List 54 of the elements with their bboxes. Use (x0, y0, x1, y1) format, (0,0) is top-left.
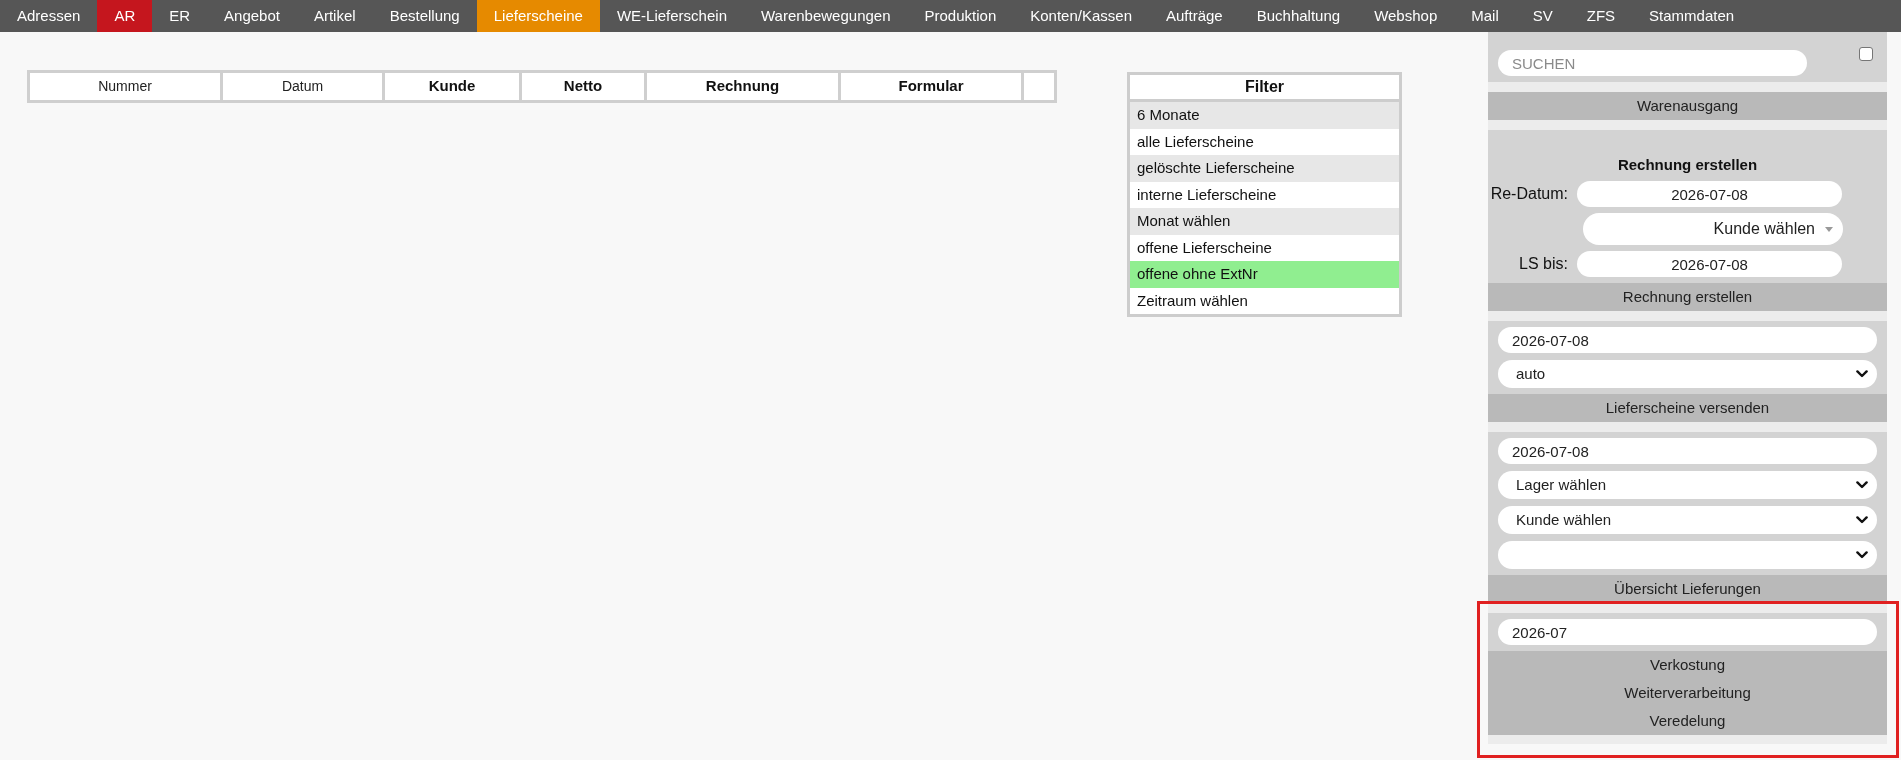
chevron-down-icon (1856, 516, 1868, 524)
nav-tab[interactable]: Bestellung (372, 0, 477, 32)
nav-tab[interactable]: WE-Lieferschein (599, 0, 744, 32)
dropdown-field[interactable]: Kunde wählen (1583, 213, 1843, 245)
nav-tab[interactable]: Webshop (1357, 0, 1455, 32)
dropdown-field[interactable]: auto (1498, 360, 1877, 388)
sidebar-button[interactable]: Weiterverarbeitung (1488, 679, 1887, 707)
column-header: Netto (519, 73, 644, 100)
chevron-down-icon (1856, 481, 1868, 489)
form-title: Rechnung erstellen (1616, 155, 1759, 175)
field-label: LS bis: (1518, 254, 1568, 274)
nav-tab[interactable]: Angebot (207, 0, 297, 32)
dropdown-field[interactable]: Lager wählen (1498, 471, 1877, 499)
nav-tab[interactable]: ZFS (1569, 0, 1633, 32)
filter-option[interactable]: offene ohne ExtNr (1130, 261, 1399, 288)
chevron-down-icon (1856, 370, 1868, 378)
nav-tab[interactable]: Warenbewegungen (744, 0, 908, 32)
caret-icon (1825, 226, 1833, 232)
column-header: Formular (838, 73, 1021, 100)
sidebar-button[interactable]: Warenausgang (1488, 92, 1887, 120)
input-field[interactable]: 2026-07 (1498, 619, 1877, 645)
search-field[interactable]: SUCHEN (1498, 50, 1807, 76)
column-header: Rechnung (644, 73, 838, 100)
input-field[interactable]: 2026-07-08 (1498, 327, 1877, 353)
dropdown-field[interactable] (1498, 541, 1877, 569)
filter-option[interactable]: gelöschte Lieferscheine (1130, 155, 1399, 182)
sidebar-button[interactable]: Verkostung (1488, 651, 1887, 679)
nav-tab[interactable]: Stammdaten (1632, 0, 1752, 32)
filter-option[interactable]: Monat wählen (1130, 208, 1399, 235)
sidebar-button[interactable]: Veredelung (1488, 707, 1887, 735)
date-field[interactable]: 2026-07-08 (1577, 181, 1842, 207)
sidebar-button[interactable]: Lieferscheine versenden (1488, 394, 1887, 422)
field-label: Re-Datum: (1489, 184, 1568, 204)
column-header: Nummer (97, 77, 153, 96)
nav-tab[interactable]: SV (1515, 0, 1570, 32)
nav-tab[interactable]: Aufträge (1149, 0, 1240, 32)
nav-tab[interactable]: Mail (1454, 0, 1516, 32)
nav-tab[interactable]: Artikel (296, 0, 373, 32)
column-header: Kunde (382, 73, 519, 100)
date-field[interactable]: 2026-07-08 (1577, 251, 1842, 277)
nav-tab[interactable]: Produktion (907, 0, 1014, 32)
column-header: Datum (220, 73, 382, 100)
nav-tab[interactable]: ER (152, 0, 208, 32)
dropdown-field[interactable]: Kunde wählen (1498, 506, 1877, 534)
nav-tab[interactable]: Adressen (0, 0, 98, 32)
sidebar-button[interactable]: Übersicht Lieferungen (1488, 575, 1887, 603)
nav-tab[interactable]: Konten/Kassen (1013, 0, 1149, 32)
nav-tab[interactable]: AR (97, 0, 153, 32)
chevron-down-icon (1856, 551, 1868, 559)
filter-option[interactable]: 6 Monate (1130, 102, 1399, 129)
input-field[interactable]: 2026-07-08 (1498, 438, 1877, 464)
nav-tab[interactable]: Buchhaltung (1239, 0, 1358, 32)
sidebar-button[interactable]: Rechnung erstellen (1488, 283, 1887, 311)
checkbox[interactable] (1859, 47, 1873, 61)
